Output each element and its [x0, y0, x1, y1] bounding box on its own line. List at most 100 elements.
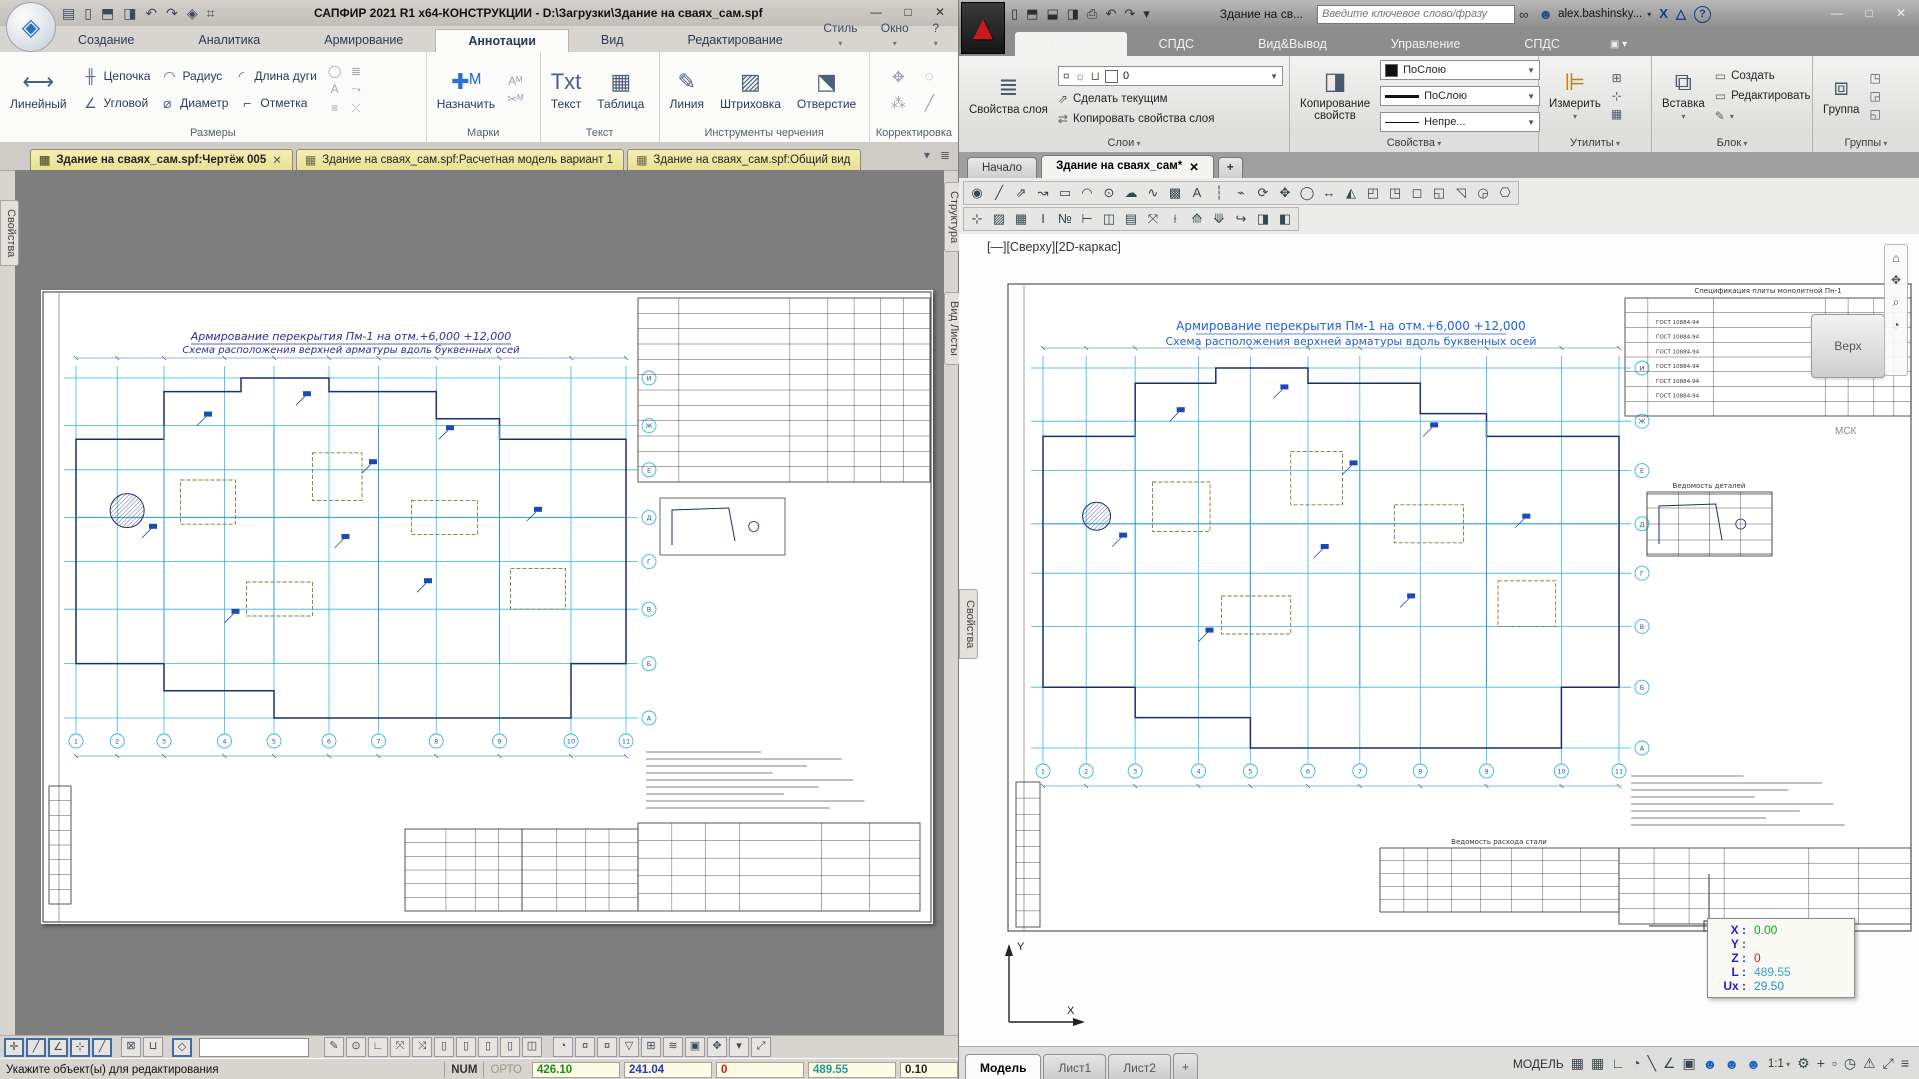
plane-toggle-icon[interactable]: ◇ [172, 1038, 192, 1057]
qat-icon[interactable]: ↶ [1105, 6, 1116, 22]
lineweight-select[interactable]: ПоСлою ▼ [1380, 86, 1540, 106]
annotation-icon[interactable]: ☻ [1746, 1056, 1761, 1072]
navbar-icon[interactable]: ⌕ [1893, 295, 1900, 310]
qat-icon[interactable]: ◨ [123, 5, 136, 22]
ltab-лист1[interactable]: Лист1 [1043, 1054, 1106, 1079]
annotation-scale[interactable]: 1:1 [1768, 1058, 1790, 1070]
toolbar-icon[interactable]: № [1055, 209, 1075, 229]
qat-icon[interactable]: ◨ [1067, 6, 1079, 22]
toolbar-icon[interactable]: ↝ [1033, 183, 1053, 203]
status-toggle-icon[interactable]: + [1817, 1055, 1825, 1072]
mark-extra-icon[interactable]: Aᴹ [507, 74, 523, 88]
qat-icon[interactable]: ⬓ [1046, 6, 1058, 22]
status-toggle-icon[interactable]: ▫ [1832, 1055, 1837, 1072]
snap-toggle-icon[interactable]: ╱ [92, 1038, 112, 1057]
drafting-tool-button[interactable]: ✎Линия [666, 69, 708, 111]
qat-icon[interactable]: ⌗ [207, 5, 215, 22]
assign-mark-button[interactable]: ✚ᴹ Назначить [433, 69, 499, 111]
tabbar-menu-icon[interactable]: ▾ [924, 148, 930, 162]
ftab-начало[interactable]: Начало [967, 157, 1037, 178]
help-icon[interactable]: ? [1694, 6, 1711, 23]
cad-viewport[interactable]: 1234567891011ИЖЕДГВБАГОСТ 10884-94ГОСТ 1… [959, 234, 1919, 1046]
dimension-extra-icon[interactable]: ◯ [328, 64, 341, 78]
toolbar-icon[interactable]: ⌁ [1231, 183, 1251, 203]
snap-toggle-icon[interactable]: ⊹ [70, 1038, 90, 1057]
toolbar-icon[interactable]: ◶ [1473, 183, 1493, 203]
toolbar-icon[interactable]: ⟰ [1187, 209, 1207, 229]
dimension-button[interactable]: ╫Цепочка [79, 66, 154, 86]
close-icon[interactable]: ✕ [1887, 5, 1915, 23]
toolbar-icon[interactable]: ◱ [1429, 183, 1449, 203]
create-block-button[interactable]: ▭ Создать [1715, 69, 1811, 83]
text-tool-button[interactable]: ▦Таблица [593, 69, 648, 111]
toolbar-icon[interactable]: A [1187, 183, 1207, 203]
toolbar-icon[interactable]: ⤧ [1143, 209, 1163, 229]
panel-label-utilities[interactable]: Утилиты [1539, 136, 1651, 152]
toolbar-icon[interactable]: ◯ [1297, 183, 1317, 203]
ribbon-tab[interactable]: Создание [46, 29, 166, 52]
palette-tab-properties[interactable]: Свойства [0, 200, 19, 266]
group-edit-icon[interactable]: ◳ [1869, 71, 1880, 85]
status-toggle-icon[interactable]: ∟ [1611, 1055, 1625, 1072]
ribbon-tab[interactable]: Армирование [292, 29, 435, 52]
qat-icon[interactable]: ◈ [187, 5, 198, 22]
toolbar-icon[interactable]: ▦ [1011, 209, 1031, 229]
edit-attributes-button[interactable]: ✎ ▾ [1715, 109, 1811, 123]
ltab--[interactable]: + [1173, 1053, 1198, 1079]
qat-icon[interactable]: ⬒ [101, 5, 114, 22]
correction-icon[interactable]: ✥ [891, 68, 906, 86]
viewcube[interactable]: Верх [1811, 314, 1885, 378]
toolbar-icon[interactable]: ┆ [1209, 183, 1229, 203]
view-mode-icon[interactable]: ⤢ [751, 1037, 771, 1057]
navbar-icon[interactable]: ◔ [1892, 318, 1899, 332]
toolbar-icon[interactable]: ▩ [1165, 183, 1185, 203]
toolbar-icon[interactable]: ▤ [1121, 209, 1141, 229]
qat-icon[interactable]: ↷ [166, 5, 178, 22]
match-properties-button[interactable]: ◨ Копирование свойств [1296, 69, 1374, 123]
snap-toggle-icon[interactable]: ╱ [26, 1038, 46, 1057]
snap-toggle-icon[interactable]: ✛ [4, 1038, 24, 1057]
ribbon-tab[interactable]: Редактирование [656, 29, 815, 52]
toolbar-icon[interactable]: ⟊ [1165, 209, 1185, 229]
draw-mode-icon[interactable]: ∟ [368, 1037, 388, 1057]
draw-mode-icon[interactable]: ▯ [500, 1037, 520, 1057]
view-mode-icon[interactable]: ▣ [685, 1037, 705, 1057]
menu-item[interactable]: ? [923, 18, 948, 52]
view-mode-icon[interactable]: ⊞ [641, 1037, 661, 1057]
menu-item[interactable]: Стиль [815, 18, 866, 52]
draw-mode-icon[interactable]: ◫ [522, 1037, 542, 1057]
cad-app-logo-icon[interactable]: ▲ [961, 2, 1005, 54]
group-button[interactable]: ⧈ Группа [1819, 75, 1863, 116]
measure-button[interactable]: ⊫ Измерить ▾ [1545, 70, 1605, 122]
annotation-icon[interactable]: ☻ [1724, 1056, 1739, 1072]
navbar-icon[interactable]: ✥ [1891, 273, 1901, 287]
signin-area[interactable]: ☻ alex.bashinsky... ▾ [1538, 6, 1651, 22]
sapfir-logo-icon[interactable]: ◈ [6, 2, 56, 52]
ribbon-tab[interactable]: Управление [1359, 32, 1493, 56]
ftab--[interactable]: + [1218, 157, 1243, 178]
ribbon-tab[interactable]: СПДС [1127, 32, 1227, 56]
toolbar-icon[interactable]: ⊢ [1077, 209, 1097, 229]
dimension-extra-icon[interactable]: ≣ [349, 64, 362, 78]
viewport-controls-label[interactable]: [—][Сверху][2D-каркас] [987, 240, 1121, 254]
status-toggle-icon[interactable]: ⤢ [1883, 1055, 1894, 1072]
qat-icon[interactable]: ↷ [1124, 6, 1135, 22]
toolbar-icon[interactable]: ↔ [1319, 183, 1339, 203]
toolbar-icon[interactable]: ◳ [1385, 183, 1405, 203]
ribbon-tab[interactable]: Аналитика [166, 29, 292, 52]
correction-icon[interactable]: ⁂ [891, 94, 906, 112]
qat-icon[interactable]: ▤ [62, 5, 75, 22]
view-mode-icon[interactable]: ✥ [707, 1037, 727, 1057]
utility-icon[interactable]: ▦ [1611, 107, 1622, 121]
group-edit-icon[interactable]: ◱ [1869, 107, 1880, 121]
ribbon-tab[interactable]: Аннотации [435, 29, 569, 52]
toolbar-icon[interactable]: ╱ [989, 183, 1009, 203]
color-select[interactable]: ПоСлою ▼ [1380, 60, 1540, 80]
close-tab-icon[interactable]: ✕ [272, 153, 282, 167]
qat-icon[interactable]: ▾ [1143, 6, 1150, 22]
qat-icon[interactable]: ⎙ [1087, 6, 1097, 22]
annotation-icon[interactable]: ☻ [1703, 1056, 1718, 1072]
draw-mode-icon[interactable]: ▯ [434, 1037, 454, 1057]
status-toggle-icon[interactable]: ▣ [1682, 1055, 1695, 1072]
num-lock-indicator[interactable]: NUM [444, 1062, 483, 1078]
